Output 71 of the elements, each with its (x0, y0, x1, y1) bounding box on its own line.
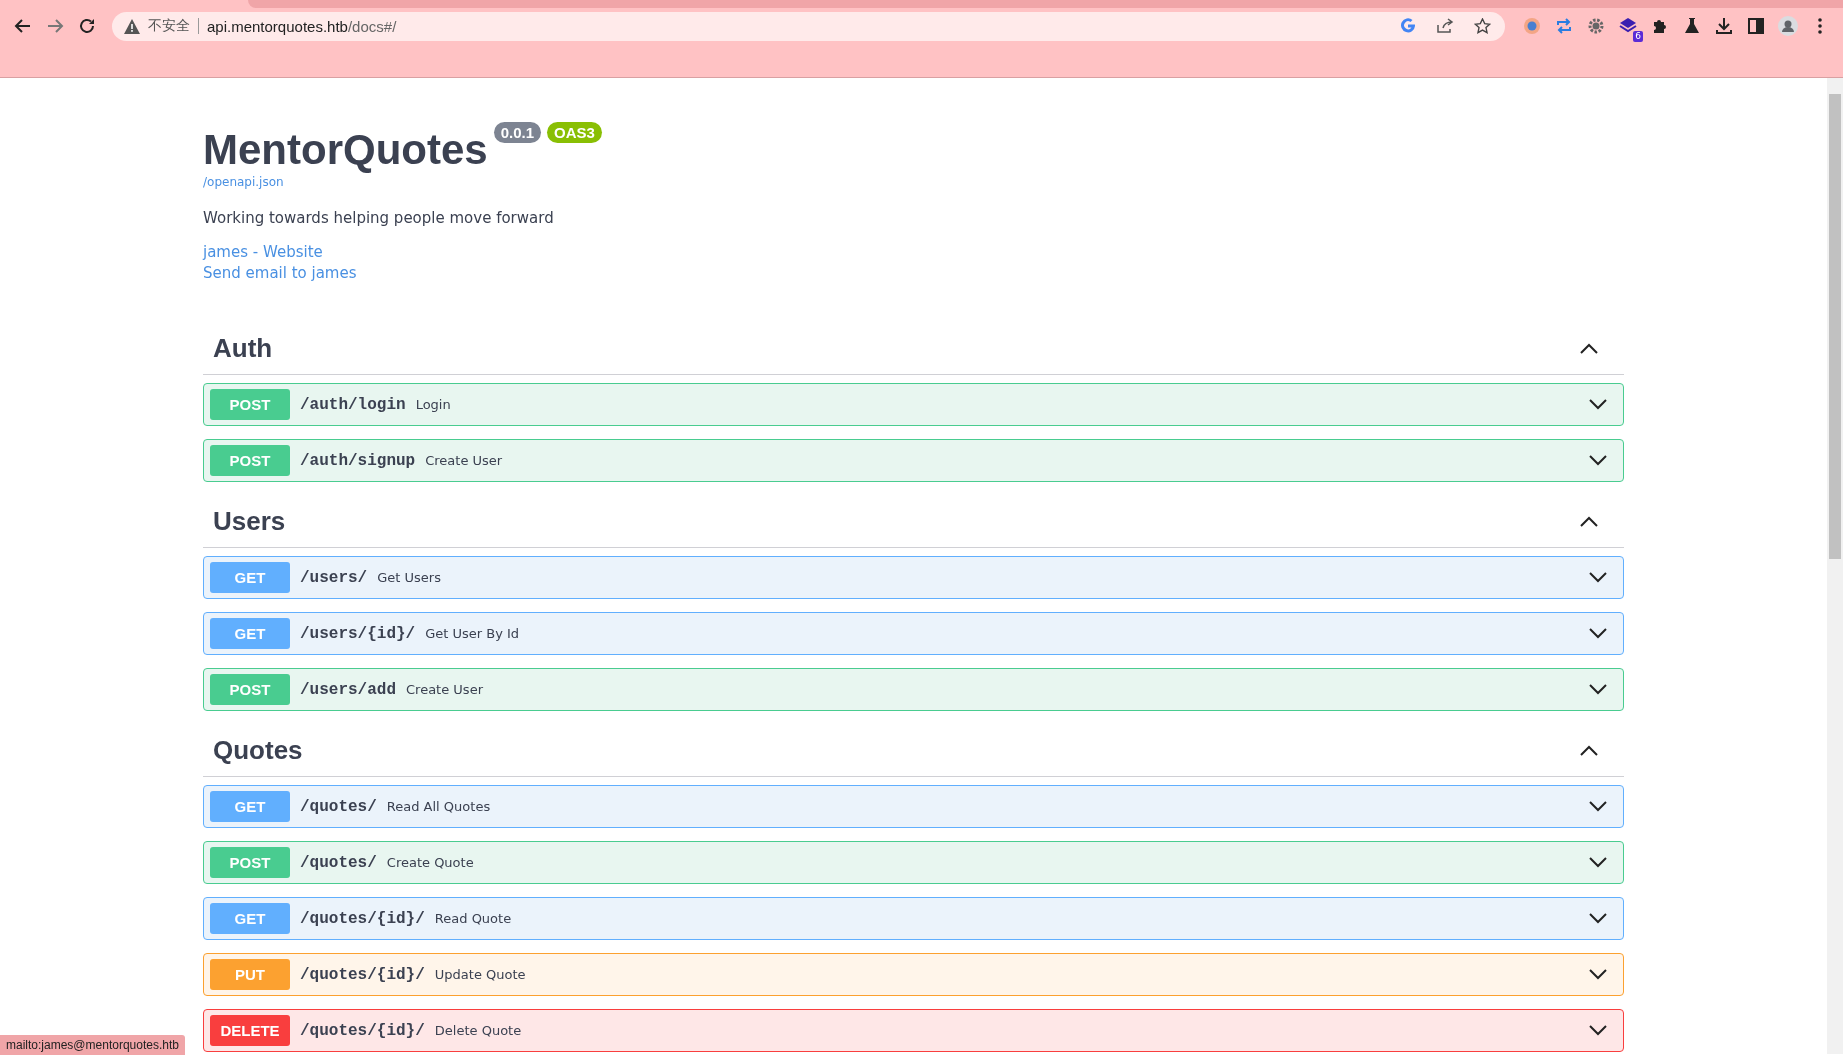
method-badge: GET (210, 562, 290, 594)
endpoint-row[interactable]: PUT /quotes/{id}/ Update Quote (203, 953, 1624, 997)
method-badge: GET (210, 791, 290, 823)
warning-icon (124, 18, 140, 34)
endpoint-path: /quotes/{id}/ (300, 909, 425, 928)
chevron-down-icon[interactable] (1589, 455, 1607, 467)
url-text: api.mentorquotes.htb/docs#/ (207, 17, 397, 35)
endpoint-summary: Update Quote (434, 967, 526, 983)
endpoint-row[interactable]: GET /quotes/ Read All Quotes (203, 785, 1624, 829)
section-heading[interactable]: Users (213, 505, 286, 537)
chevron-down-icon[interactable] (1589, 399, 1607, 411)
chevron-down-icon[interactable] (1589, 1025, 1607, 1037)
chevron-down-icon[interactable] (1589, 684, 1607, 696)
chevron-down-icon[interactable] (1589, 857, 1607, 869)
endpoint-path: /quotes/{id}/ (300, 1021, 425, 1040)
version-badge: 0.0.1 (493, 122, 542, 143)
scrollbar[interactable] (1827, 78, 1843, 1054)
endpoint-path: /auth/signup (300, 451, 416, 470)
chevron-down-icon[interactable] (1589, 628, 1607, 640)
endpoint-row[interactable]: POST /auth/signup Create User (203, 439, 1624, 483)
endpoint-path: /users/add (300, 680, 396, 699)
endpoint-row[interactable]: GET /users/ Get Users (203, 556, 1624, 600)
google-icon[interactable] (1400, 18, 1416, 34)
share-icon[interactable] (1436, 18, 1454, 34)
chevron-up-icon[interactable] (1580, 342, 1598, 354)
star-icon[interactable] (1474, 18, 1491, 34)
endpoint-summary: Get Users (377, 570, 441, 586)
profile-icon[interactable] (1775, 13, 1801, 39)
chevron-down-icon[interactable] (1589, 572, 1607, 584)
endpoint-path: /quotes/ (300, 797, 377, 816)
endpoint-path: /users/{id}/ (300, 624, 416, 643)
status-link-preview: mailto:james@mentorquotes.htb (0, 1035, 185, 1055)
chevron-down-icon[interactable] (1589, 969, 1607, 981)
endpoint-path: /auth/login (300, 395, 406, 414)
chevron-up-icon[interactable] (1580, 515, 1598, 527)
endpoint-row[interactable]: GET /users/{id}/ Get User By Id (203, 612, 1624, 656)
endpoint-summary: Read All Quotes (386, 799, 491, 815)
chevron-down-icon[interactable] (1589, 913, 1607, 925)
endpoint-summary: Read Quote (434, 911, 512, 927)
endpoint-summary: Create Quote (386, 855, 474, 871)
api-title: MentorQuotes (203, 127, 488, 174)
endpoint-row[interactable]: GET /quotes/{id}/ Read Quote (203, 897, 1624, 941)
api-description: Working towards helping people move forward (203, 209, 555, 228)
method-badge: POST (210, 847, 290, 879)
method-badge: POST (210, 674, 290, 706)
chevron-down-icon[interactable] (1589, 801, 1607, 813)
method-badge: POST (210, 389, 290, 421)
endpoint-path: /quotes/{id}/ (300, 965, 425, 984)
method-badge: GET (210, 903, 290, 935)
endpoint-path: /quotes/ (300, 853, 377, 872)
oas-badge: OAS3 (547, 122, 602, 143)
method-badge: DELETE (210, 1015, 290, 1047)
endpoint-summary: Create User (425, 453, 503, 469)
method-badge: POST (210, 445, 290, 477)
method-badge: GET (210, 618, 290, 650)
endpoint-summary: Delete Quote (434, 1023, 522, 1039)
endpoint-row[interactable]: POST /quotes/ Create Quote (203, 841, 1624, 885)
section-heading[interactable]: Quotes (213, 734, 303, 766)
section-heading[interactable]: Auth (213, 332, 273, 364)
endpoint-row[interactable]: DELETE /quotes/{id}/ Delete Quote (203, 1009, 1624, 1053)
endpoint-summary: Create User (406, 682, 483, 698)
chevron-up-icon[interactable] (1580, 744, 1598, 756)
endpoint-row[interactable]: POST /users/add Create User (203, 668, 1624, 712)
extension-badge: 6 (1633, 31, 1643, 42)
address-bar[interactable]: 不安全 api.mentorquotes.htb/docs#/ (112, 11, 1505, 41)
endpoint-path: /users/ (300, 568, 368, 587)
security-label[interactable]: 不安全 (148, 17, 190, 35)
endpoint-summary: Login (415, 397, 451, 413)
endpoint-summary: Get User By Id (425, 626, 520, 642)
method-badge: PUT (210, 959, 290, 991)
endpoint-row[interactable]: POST /auth/login Login (203, 383, 1624, 427)
